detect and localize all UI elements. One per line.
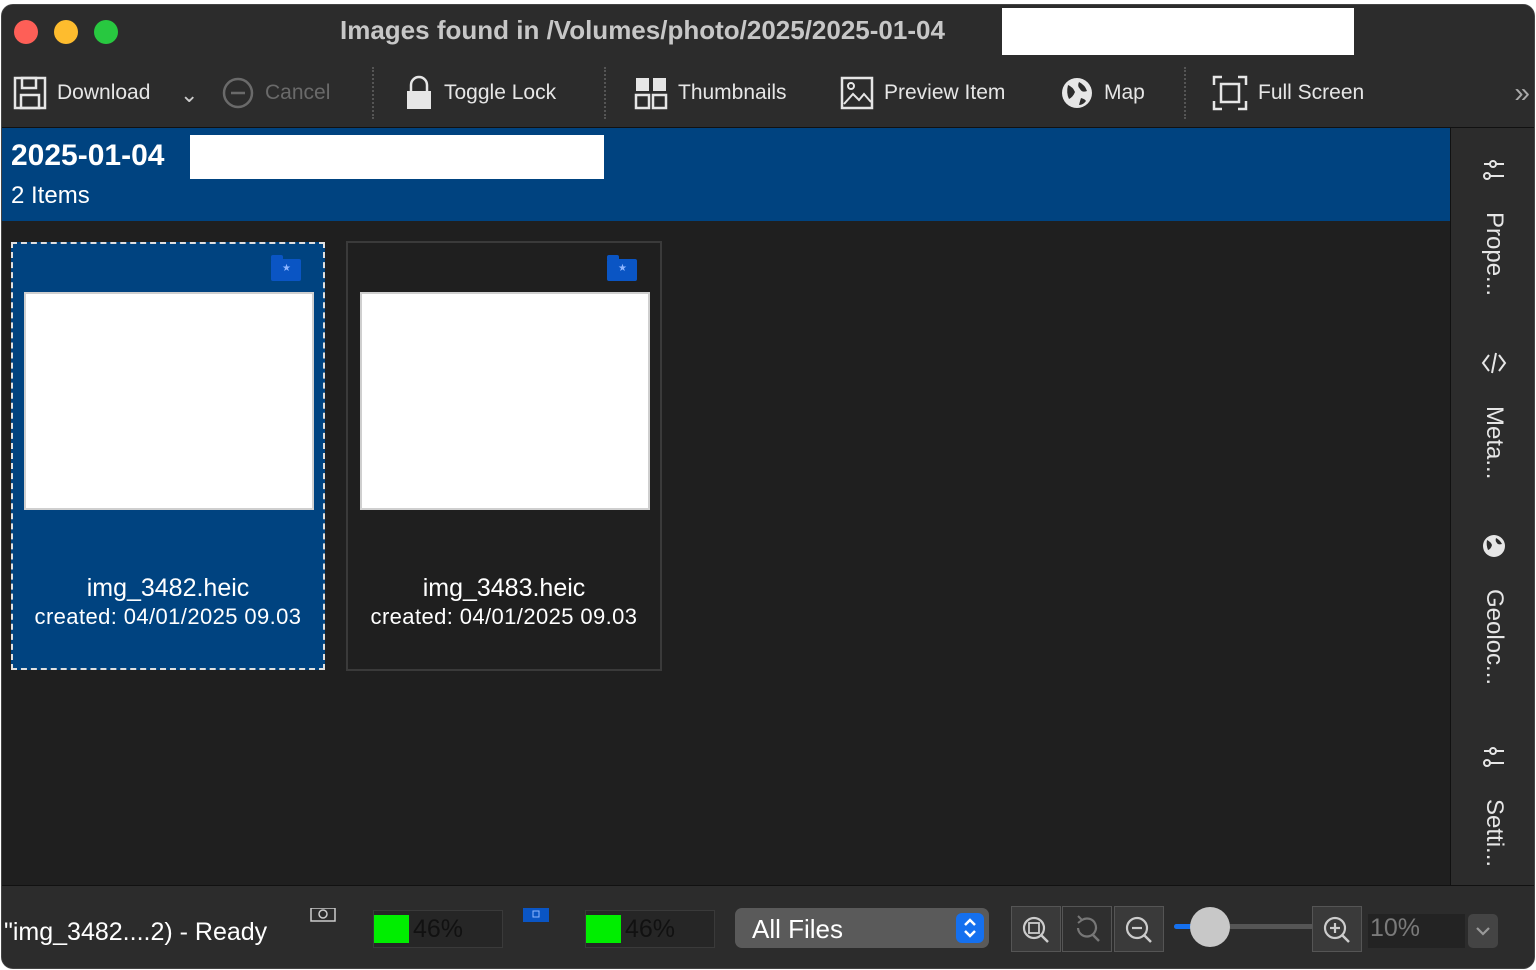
close-window-button[interactable] [14,20,38,44]
map-label: Map [1104,81,1145,104]
thumbnails-label: Thumbnails [678,81,787,104]
toolbar-separator [604,67,606,119]
copy-progress-bar: 46% [585,910,715,948]
zoom-level-field[interactable]: 10% [1368,914,1465,948]
image-preview-icon [840,76,874,110]
item-count: 2 Items [11,182,90,209]
minimize-window-button[interactable] [54,20,78,44]
zoom-window-button[interactable] [94,20,118,44]
save-disk-icon [13,76,47,110]
full-screen-icon [1212,75,1248,111]
thumbnail-grid: ★ img_3482.heic created: 04/01/2025 09.0… [2,221,1450,883]
camera-icon [310,908,336,922]
globe-icon [1483,535,1505,557]
sidebar-tab-settings[interactable]: Setti... [1451,743,1534,883]
code-icon [1481,352,1507,374]
toolbar-separator [372,67,374,119]
thumbnails-button[interactable]: Thumbnails [634,73,787,113]
redaction-block [190,135,604,179]
zoom-level-dropdown[interactable] [1468,914,1498,948]
full-screen-label: Full Screen [1258,81,1365,104]
sidebar-tab-geolocation[interactable]: Geoloc... [1451,533,1534,703]
sidebar-tab-label: Setti... [1481,799,1508,868]
download-progress-bar: 46% [373,910,503,948]
cancel-label: Cancel [265,81,331,104]
toolbar-separator [1184,67,1186,119]
preview-item-label: Preview Item [884,81,1006,104]
redaction-block [1002,8,1354,55]
zoom-in-icon [1323,916,1350,943]
window-title: Images found in /Volumes/photo/2025/2025… [340,15,945,45]
zoom-in-button[interactable] [1312,906,1362,952]
full-screen-button[interactable]: Full Screen [1212,73,1364,113]
item-created-date: created: 04/01/2025 09.03 [34,604,302,629]
app-window: Images found in /Volumes/photo/2025/2025… [2,5,1534,968]
zoom-out-button[interactable] [1114,906,1164,952]
sidebar-tab-properties[interactable]: Prope... [1451,156,1534,316]
title-bar: Images found in /Volumes/photo/2025/2025… [2,5,1534,59]
folder-name: 2025-01-04 [11,139,165,172]
preview-item-button[interactable]: Preview Item [840,73,1005,113]
download-label: Download [57,81,151,104]
disk-icon [523,908,549,922]
sliders-icon [1483,747,1504,767]
globe-icon [1062,78,1092,108]
folder-header: 2025-01-04 2 Items [2,128,1450,221]
sidebar-tab-label: Prope... [1481,212,1508,297]
zoom-reset-button[interactable] [1062,906,1112,952]
select-stepper-icon [956,913,984,943]
chevron-down-icon: ⌄ [180,82,199,107]
lock-icon [407,75,431,109]
thumbnails-grid-icon [634,78,668,110]
thumbnail-image [362,294,648,508]
item-created-date: created: 04/01/2025 09.03 [370,604,638,629]
toolbar-overflow-icon[interactable]: » [1514,77,1529,109]
download-dropdown-button[interactable]: ⌄ [180,75,198,115]
inspector-sidebar: Prope... Meta... Geoloc... Setti... [1450,128,1534,888]
zoom-fit-button[interactable] [1011,906,1061,952]
progress-label: 46% [412,915,464,943]
sidebar-tab-metadata[interactable]: Meta... [1451,350,1534,500]
sliders-icon [1483,160,1504,180]
item-filename: img_3483.heic [422,574,586,602]
thumbnail-card[interactable]: ★ img_3483.heic created: 04/01/2025 09.0… [346,241,662,671]
sidebar-tab-label: Geoloc... [1481,589,1508,686]
file-filter-select[interactable]: All Files [735,908,989,948]
zoom-fit-icon [1022,916,1049,943]
toolbar: Download ⌄ Cancel Toggle Lock Thumbnails… [2,59,1534,128]
folder-badge-icon: ★ [607,255,637,281]
map-button[interactable]: Map [1060,73,1145,113]
zoom-out-icon [1125,916,1152,943]
status-bar: "img_3482....2) - Ready 46% 46% All File… [2,885,1534,968]
rotate-magnifier-icon [1076,915,1100,942]
toggle-lock-button[interactable]: Toggle Lock [404,73,556,113]
zoom-slider-handle[interactable] [1190,907,1230,947]
thumbnail-card[interactable]: ★ img_3482.heic created: 04/01/2025 09.0… [11,242,325,670]
progress-label: 46% [624,915,676,943]
sidebar-tab-label: Meta... [1481,406,1508,480]
toggle-lock-label: Toggle Lock [444,81,557,104]
folder-badge-icon: ★ [271,255,301,281]
download-button[interactable]: Download [13,73,150,113]
status-text: "img_3482....2) - Ready [4,918,268,946]
thumbnail-image [26,294,312,508]
minus-circle-icon [222,77,254,109]
cancel-button[interactable]: Cancel [221,73,330,113]
item-filename: img_3482.heic [86,574,250,602]
file-filter-value: All Files [752,914,844,944]
chevron-down-icon [1476,927,1490,936]
